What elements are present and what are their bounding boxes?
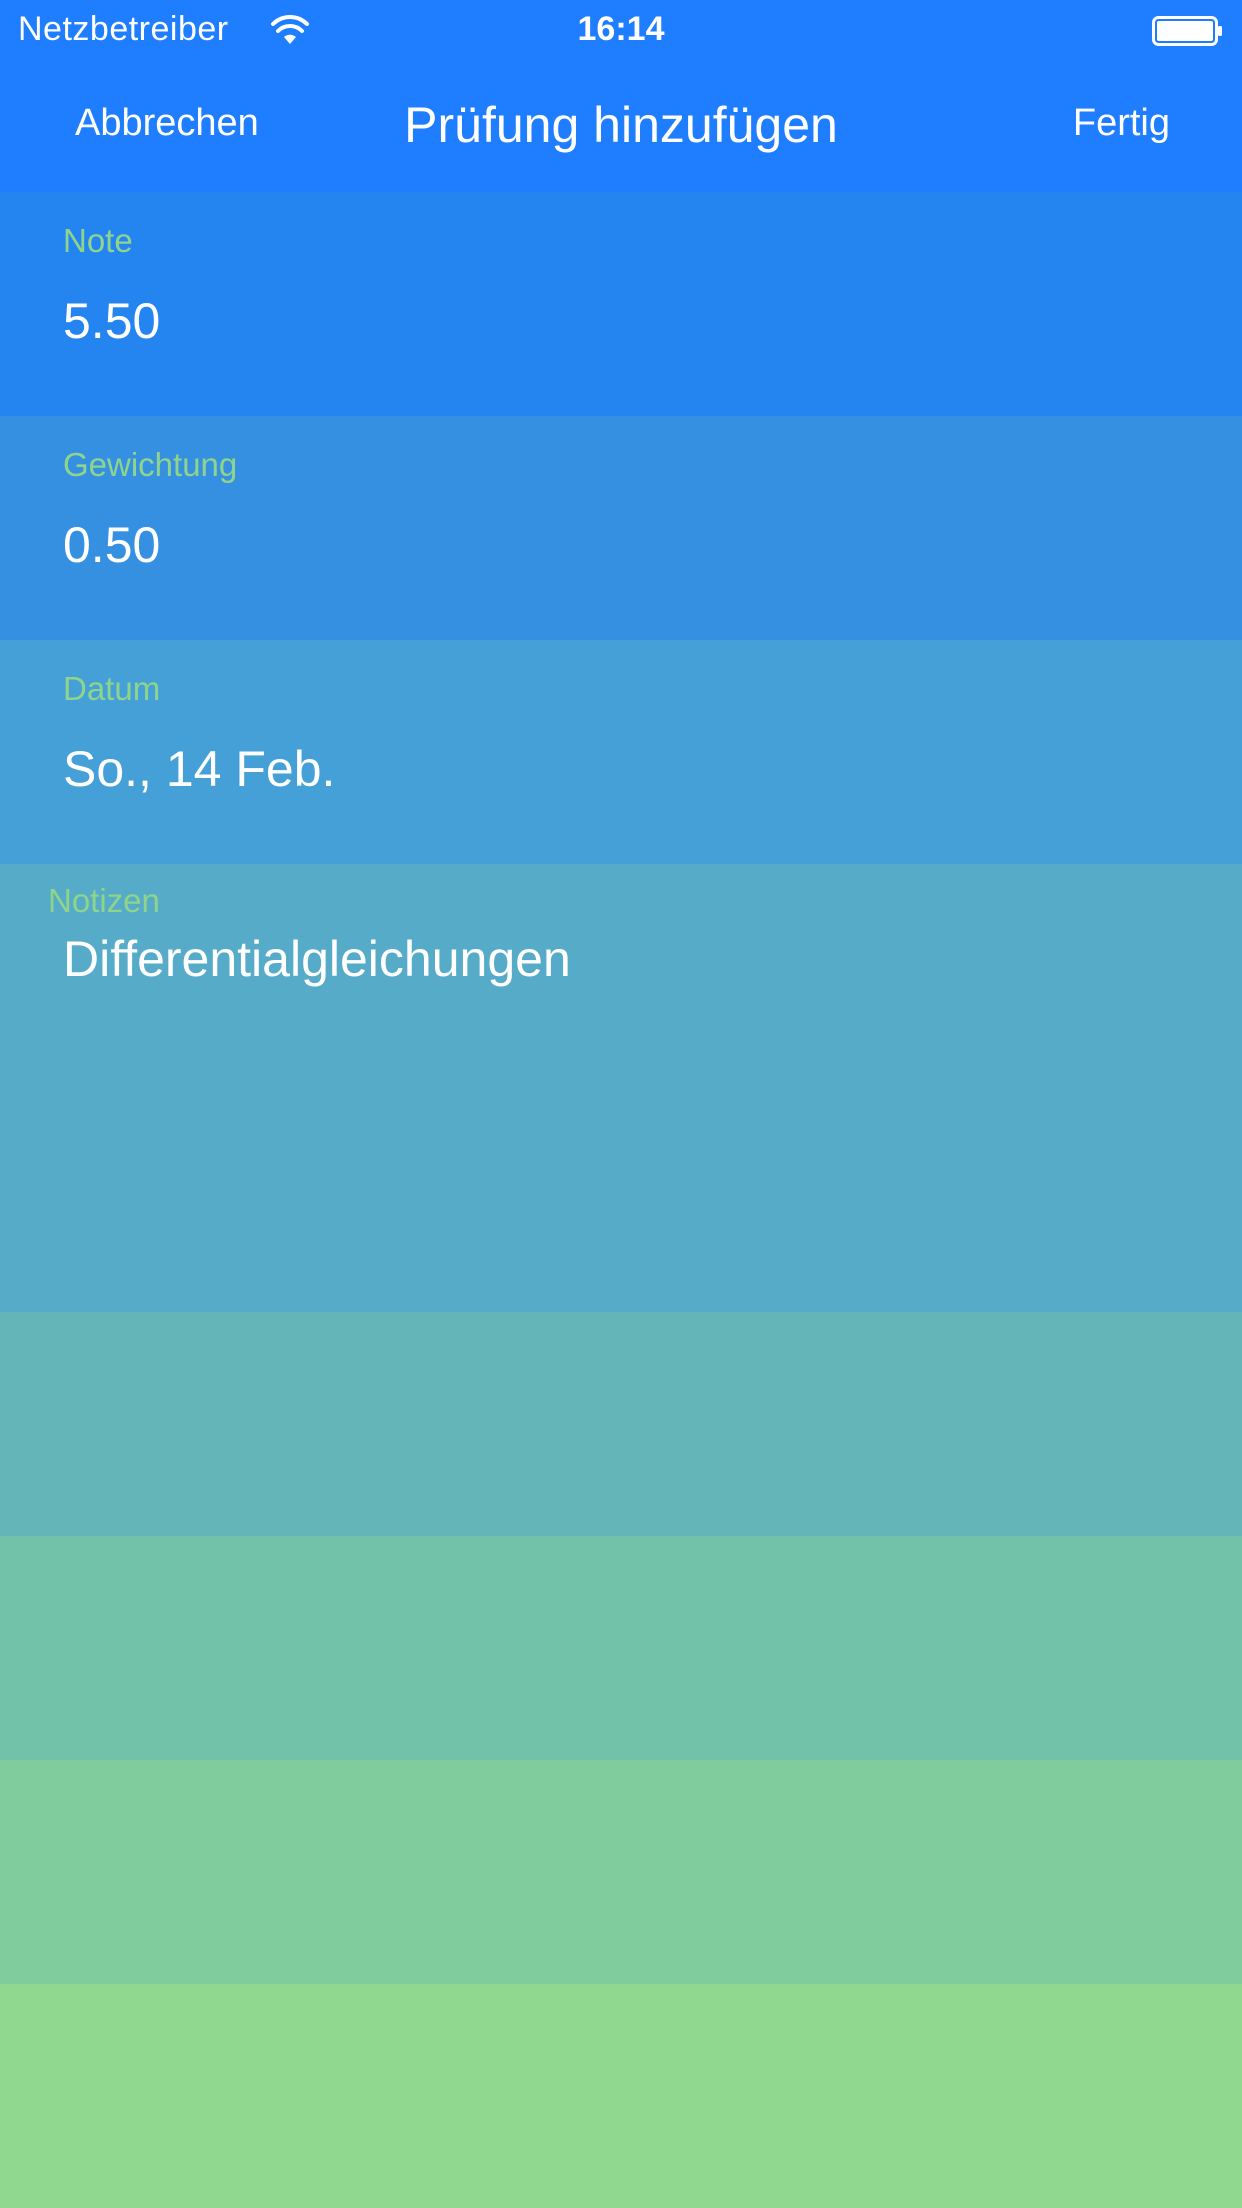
empty-row xyxy=(0,1984,1242,2208)
weight-field[interactable]: 0.50 xyxy=(63,516,160,574)
weight-row[interactable]: Gewichtung 0.50 xyxy=(0,416,1242,640)
battery-full-icon xyxy=(1152,16,1222,46)
date-row[interactable]: Datum So., 14 Feb. xyxy=(0,640,1242,864)
empty-row xyxy=(0,1312,1242,1536)
navigation-bar: Abbrechen Prüfung hinzufügen Fertig xyxy=(0,60,1242,192)
weight-label: Gewichtung xyxy=(63,446,238,483)
screen: Netzbetreiber 16:14 Abbrechen Prüfung hi… xyxy=(0,0,1242,2208)
empty-row xyxy=(0,1760,1242,1984)
status-bar: Netzbetreiber 16:14 xyxy=(0,0,1242,60)
status-time: 16:14 xyxy=(577,10,665,48)
done-button[interactable]: Fertig xyxy=(1073,102,1170,145)
empty-row xyxy=(0,1536,1242,1760)
notes-row[interactable]: Notizen Differentialgleichungen xyxy=(0,864,1242,1312)
grade-row[interactable]: Note 5.50 xyxy=(0,192,1242,416)
notes-textarea[interactable]: Differentialgleichungen xyxy=(63,930,571,988)
notes-label: Notizen xyxy=(48,882,160,919)
page-title: Prüfung hinzufügen xyxy=(404,97,838,153)
grade-label: Note xyxy=(63,222,133,259)
date-label: Datum xyxy=(63,670,161,707)
date-field[interactable]: So., 14 Feb. xyxy=(63,740,335,798)
grade-field[interactable]: 5.50 xyxy=(63,292,160,350)
